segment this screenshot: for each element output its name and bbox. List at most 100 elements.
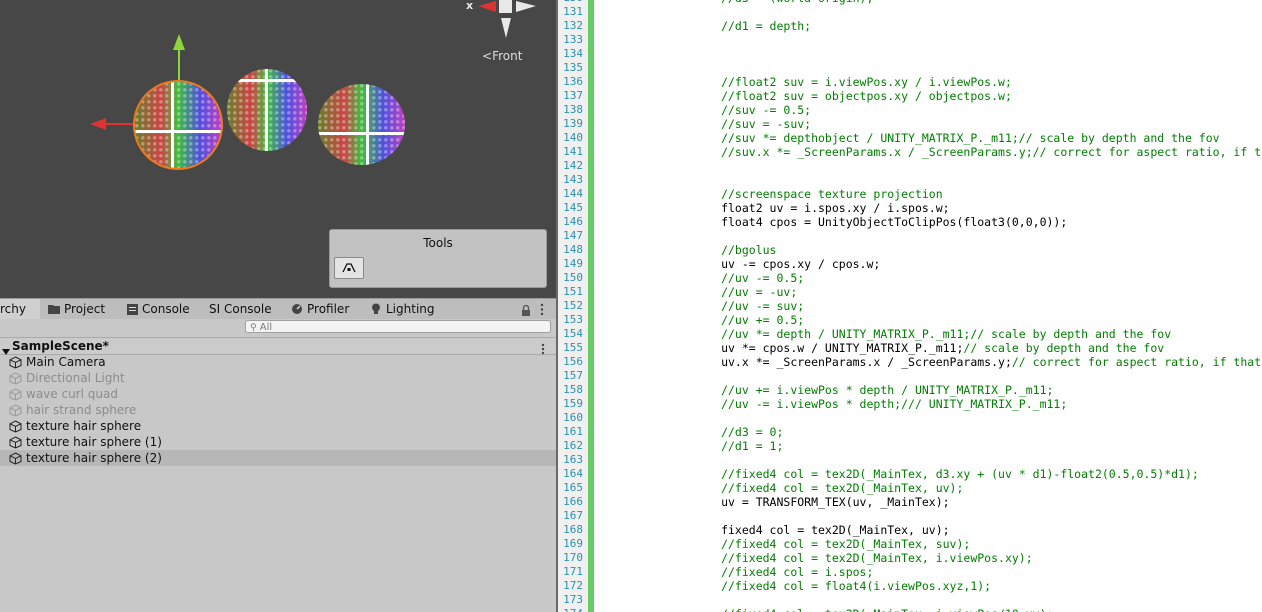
- change-indicator-bar: [588, 0, 594, 612]
- line-number: 138: [563, 103, 583, 116]
- code-line: //uv *= depth / UNITY_MATRIX_P._m11;// s…: [638, 327, 1172, 341]
- code-line: //d3 = (world origin);: [638, 0, 873, 5]
- line-number: 145: [563, 201, 583, 214]
- hierarchy-item-texture-hair-sphere[interactable]: texture hair sphere: [0, 418, 556, 434]
- line-number: 168: [563, 523, 583, 536]
- scene-title: SampleScene*: [12, 339, 109, 353]
- line-number: 159: [563, 397, 583, 410]
- texture-hair-sphere-1[interactable]: [227, 69, 307, 151]
- code-line: uv *= cpos.w / UNITY_MATRIX_P._m11;// sc…: [638, 341, 1165, 355]
- line-number: 147: [563, 229, 583, 242]
- texture-hair-sphere-2[interactable]: [318, 84, 405, 165]
- tab-hierarchy[interactable]: rchy: [0, 299, 40, 319]
- hierarchy-item-texture-hair-sphere-1[interactable]: texture hair sphere (1): [0, 434, 556, 450]
- scene-view[interactable]: x <Front Tools: [0, 0, 556, 298]
- code-line: //suv.x *= _ScreenParams.x / _ScreenPara…: [638, 145, 1262, 159]
- line-number: 156: [563, 355, 583, 368]
- line-number: 154: [563, 327, 583, 340]
- code-line: //fixed4 col = tex2D(_MainTex, suv);: [638, 537, 971, 551]
- line-number: 146: [563, 215, 583, 228]
- code-line: //float2 suv = objectpos.xy / objectpos.…: [638, 89, 1012, 103]
- line-number: 152: [563, 299, 583, 312]
- line-number: 162: [563, 439, 583, 452]
- gameobject-cube-icon: [9, 356, 22, 369]
- line-number: 166: [563, 495, 583, 508]
- code-line: //uv -= i.viewPos * depth;/// UNITY_MATR…: [638, 397, 1068, 411]
- code-line: //uv += 0.5;: [638, 313, 805, 327]
- code-line: //fixed4 col = tex2D(_MainTex, d3.xy + (…: [638, 467, 1199, 481]
- tab-console[interactable]: Console: [126, 299, 190, 319]
- hierarchy-item-main-camera[interactable]: Main Camera: [0, 354, 556, 370]
- code-line: uv = TRANSFORM_TEX(uv, _MainTex);: [638, 495, 950, 509]
- code-line: fixed4 col = tex2D(_MainTex, uv);: [638, 523, 950, 537]
- line-number: 153: [563, 313, 583, 326]
- line-number: 165: [563, 481, 583, 494]
- line-number: 163: [563, 453, 583, 466]
- code-line: //suv *= depthobject / UNITY_MATRIX_P._m…: [638, 131, 1220, 145]
- line-number-gutter: 1301311321331341351361371381391401411421…: [558, 0, 588, 612]
- gizmo-axis-x-label: x: [466, 0, 474, 12]
- line-number: 169: [563, 537, 583, 550]
- line-number: 172: [563, 579, 583, 592]
- line-number: 155: [563, 341, 583, 354]
- search-placeholder: All: [259, 322, 273, 333]
- code-line: //d1 = 1;: [638, 439, 784, 453]
- code-line: uv -= cpos.xy / cpos.w;: [638, 257, 881, 271]
- profiler-icon: [291, 303, 303, 315]
- line-number: 140: [563, 131, 583, 144]
- line-number: 142: [563, 159, 583, 172]
- hierarchy-item-wave-curl-quad[interactable]: wave curl quad: [0, 386, 556, 402]
- line-number: 137: [563, 89, 583, 102]
- hierarchy-item-texture-hair-sphere-2[interactable]: texture hair sphere (2): [0, 450, 556, 466]
- chevron-left-icon: <: [482, 49, 493, 63]
- hierarchy-search-input[interactable]: ⚲ All: [245, 320, 551, 333]
- code-line: //d1 = depth;: [638, 19, 812, 33]
- custom-tool-button[interactable]: [334, 257, 364, 279]
- line-number: 174: [558, 607, 583, 612]
- line-number: 139: [563, 117, 583, 130]
- code-line: //suv = -suv;: [638, 117, 812, 131]
- gameobject-cube-icon: [9, 404, 22, 417]
- code-line: //uv -= 0.5;: [638, 271, 805, 285]
- tab-project[interactable]: Project: [48, 299, 105, 319]
- line-number: 132: [563, 19, 583, 32]
- orientation-gizmo[interactable]: [470, 0, 550, 40]
- gameobject-cube-icon: [9, 420, 22, 433]
- code-line: //fixed4 col = i.spos;: [638, 565, 874, 579]
- code-line: //d3 = 0;: [638, 425, 784, 439]
- line-number: 160: [563, 411, 583, 424]
- code-line: //uv -= suv;: [638, 299, 805, 313]
- code-editor[interactable]: 1301311321331341351361371381391401411421…: [558, 0, 1262, 612]
- code-line: //fixed4 col = tex2D(_MainTex, i.viewPos…: [638, 607, 1053, 612]
- line-number: 141: [563, 145, 583, 158]
- code-line: //fixed4 col = tex2D(_MainTex, i.viewPos…: [638, 551, 1033, 565]
- kebab-menu-icon[interactable]: [540, 301, 544, 320]
- tab-lighting[interactable]: Lighting: [370, 299, 435, 319]
- code-line: //bgolus: [638, 243, 777, 257]
- tools-title: Tools: [423, 236, 453, 250]
- gameobject-cube-icon: [9, 452, 22, 465]
- hierarchy-item-directional-light[interactable]: Directional Light: [0, 370, 556, 386]
- line-number: 148: [563, 243, 583, 256]
- hierarchy-panel: ⚲ All SampleScene* Main Camera Direction…: [0, 319, 556, 612]
- hierarchy-item-hair-strand-sphere[interactable]: hair strand sphere: [0, 402, 556, 418]
- texture-hair-sphere-selected[interactable]: [135, 82, 221, 168]
- line-number: 157: [563, 369, 583, 382]
- scene-header-row[interactable]: SampleScene*: [0, 337, 556, 355]
- line-number: 133: [563, 33, 583, 46]
- line-number: 136: [563, 75, 583, 88]
- gameobject-cube-icon: [9, 436, 22, 449]
- line-number: 135: [563, 61, 583, 74]
- line-number: 164: [563, 467, 583, 480]
- line-number: 151: [563, 285, 583, 298]
- tab-si-console[interactable]: SI Console: [209, 299, 272, 319]
- line-number: 161: [563, 425, 583, 438]
- view-mode-label[interactable]: <Front: [482, 49, 522, 63]
- tab-profiler[interactable]: Profiler: [291, 299, 349, 319]
- search-icon: ⚲: [250, 323, 257, 333]
- line-number: 144: [563, 187, 583, 200]
- code-line: //uv += i.viewPos * depth / UNITY_MATRIX…: [638, 383, 1054, 397]
- code-line: //suv -= 0.5;: [638, 103, 812, 117]
- code-line: //fixed4 col = tex2D(_MainTex, uv);: [638, 481, 964, 495]
- bottom-tab-bar: rchy Project Console SI Console Profiler…: [0, 298, 556, 320]
